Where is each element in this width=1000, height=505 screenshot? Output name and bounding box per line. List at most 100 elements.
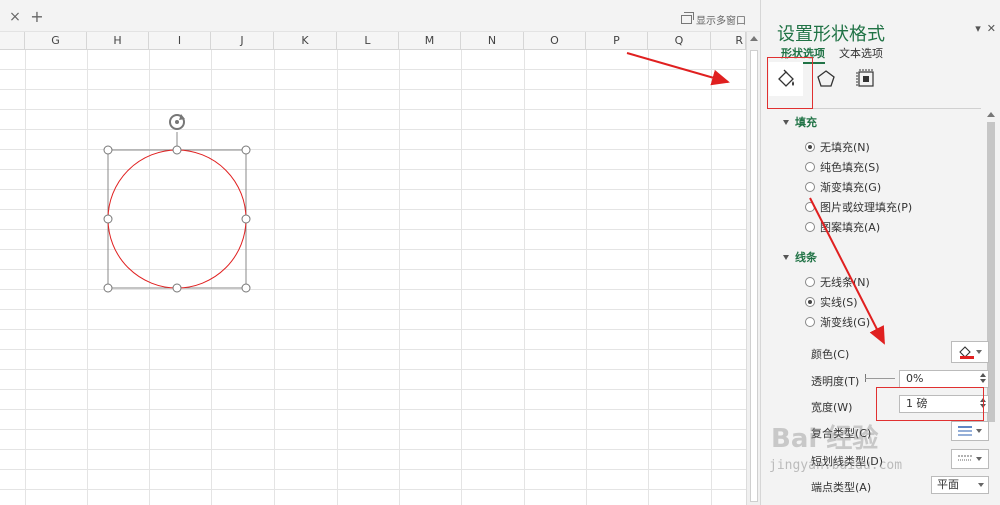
transparency-slider[interactable] (865, 378, 895, 379)
radio-no-fill[interactable]: 无填充(N) (805, 139, 870, 155)
grid-line (399, 50, 400, 505)
resize-handle[interactable] (241, 145, 251, 155)
selected-circle-shape[interactable] (95, 105, 260, 305)
grid-line (274, 50, 275, 505)
pane-close-icon[interactable]: ✕ (987, 22, 996, 35)
radio-label: 图案填充(A) (820, 221, 881, 234)
rotate-handle-icon[interactable] (169, 114, 185, 130)
radio-button[interactable] (805, 182, 815, 192)
radio-gradient-line[interactable]: 渐变线(G) (805, 314, 870, 330)
color-swatch (960, 356, 974, 359)
column-header-partial[interactable] (0, 32, 25, 49)
column-header-i[interactable]: I (149, 32, 211, 49)
column-header-p[interactable]: P (586, 32, 648, 49)
column-header-q[interactable]: Q (648, 32, 711, 49)
compound-type-label: 复合类型(C) (811, 427, 872, 440)
radio-pattern-fill[interactable]: 图案填充(A) (805, 219, 880, 235)
radio-button[interactable] (805, 297, 815, 307)
cap-type-value: 平面 (937, 478, 959, 491)
scroll-up-icon[interactable] (987, 112, 995, 117)
effects-button[interactable] (809, 62, 843, 96)
cap-type-label: 端点类型(A) (811, 481, 872, 494)
line-section-header[interactable]: 线条 (783, 249, 817, 265)
dash-type-label: 短划线类型(D) (811, 455, 884, 468)
color-label: 颜色(C) (811, 348, 850, 361)
column-header-r[interactable]: R (711, 32, 746, 49)
multi-window-button[interactable]: 显示多窗口 (681, 12, 746, 27)
column-header-g[interactable]: G (25, 32, 87, 49)
column-header-o[interactable]: O (524, 32, 586, 49)
resize-handle[interactable] (103, 145, 113, 155)
grid-line (648, 50, 649, 505)
radio-button[interactable] (805, 277, 815, 287)
cap-type-select[interactable]: 平面 (931, 476, 989, 494)
radio-gradient-fill[interactable]: 渐变填充(G) (805, 179, 881, 195)
transparency-label: 透明度(T) (811, 375, 860, 388)
pane-body: 填充 无填充(N) 纯色填充(S) 渐变填充(G) 图片或纹理填充(P) 图案填… (769, 108, 989, 505)
radio-no-line[interactable]: 无线条(N) (805, 274, 870, 290)
size-properties-button[interactable] (849, 62, 883, 96)
chevron-down-icon (978, 483, 984, 487)
width-label: 宽度(W) (811, 401, 853, 414)
collapse-triangle-icon (783, 254, 789, 260)
column-header-h[interactable]: H (87, 32, 149, 49)
resize-handle[interactable] (172, 145, 182, 155)
close-icon[interactable]: × (8, 10, 22, 24)
worksheet-vertical-scrollbar[interactable] (746, 32, 760, 505)
spin-down-icon[interactable] (980, 379, 986, 383)
radio-button[interactable] (805, 142, 815, 152)
sheet-tab-bar: × + 显示多窗口 (0, 0, 760, 32)
column-header-k[interactable]: K (274, 32, 337, 49)
radio-solid-line[interactable]: 实线(S) (805, 294, 858, 310)
scrollbar-thumb[interactable] (750, 50, 758, 502)
column-header: G H I J K L M N O P Q R (0, 32, 746, 50)
radio-button[interactable] (805, 317, 815, 327)
grid-line (711, 50, 712, 505)
radio-label: 无填充(N) (820, 141, 870, 154)
pane-options-icon[interactable]: ▾ (975, 22, 981, 35)
effects-pentagon-icon (817, 70, 835, 87)
resize-handle[interactable] (241, 214, 251, 224)
resize-handle[interactable] (172, 283, 182, 293)
column-header-m[interactable]: M (399, 32, 461, 49)
radio-label: 渐变填充(G) (820, 181, 882, 194)
radio-solid-fill[interactable]: 纯色填充(S) (805, 159, 880, 175)
radio-button[interactable] (805, 222, 815, 232)
chevron-down-icon (976, 429, 982, 433)
radio-picture-fill[interactable]: 图片或纹理填充(P) (805, 199, 912, 215)
collapse-triangle-icon (783, 119, 789, 125)
radio-button[interactable] (805, 162, 815, 172)
radio-button[interactable] (805, 202, 815, 212)
column-header-l[interactable]: L (337, 32, 399, 49)
radio-label: 渐变线(G) (820, 316, 871, 329)
fill-section-label: 填充 (795, 116, 817, 129)
transparency-value: 0% (906, 372, 924, 385)
line-color-picker[interactable] (951, 341, 989, 363)
grid-line (461, 50, 462, 505)
highlight-box-fill-icon (767, 57, 813, 109)
pane-scrollbar[interactable] (985, 110, 997, 505)
dash-type-dropdown[interactable] (951, 449, 989, 469)
selection-box (107, 149, 247, 289)
multi-window-label: 显示多窗口 (696, 16, 746, 27)
grid-line (337, 50, 338, 505)
resize-handle[interactable] (241, 283, 251, 293)
transparency-spinner[interactable]: 0% (899, 370, 989, 388)
column-header-n[interactable]: N (461, 32, 524, 49)
resize-handle[interactable] (103, 283, 113, 293)
add-sheet-icon[interactable]: + (30, 9, 44, 25)
grid-line (586, 50, 587, 505)
compound-type-dropdown[interactable] (951, 421, 989, 441)
grid-line (25, 50, 26, 505)
windows-icon (681, 12, 694, 24)
radio-label: 图片或纹理填充(P) (820, 201, 913, 214)
spin-up-icon[interactable] (980, 373, 986, 377)
fill-section-header[interactable]: 填充 (783, 114, 817, 130)
resize-handle[interactable] (103, 214, 113, 224)
column-header-j[interactable]: J (211, 32, 274, 49)
size-properties-icon (856, 69, 874, 87)
pane-controls: ▾ ✕ (975, 22, 996, 35)
radio-label: 无线条(N) (820, 276, 870, 289)
scroll-up-icon[interactable] (750, 36, 758, 41)
grid-line (524, 50, 525, 505)
